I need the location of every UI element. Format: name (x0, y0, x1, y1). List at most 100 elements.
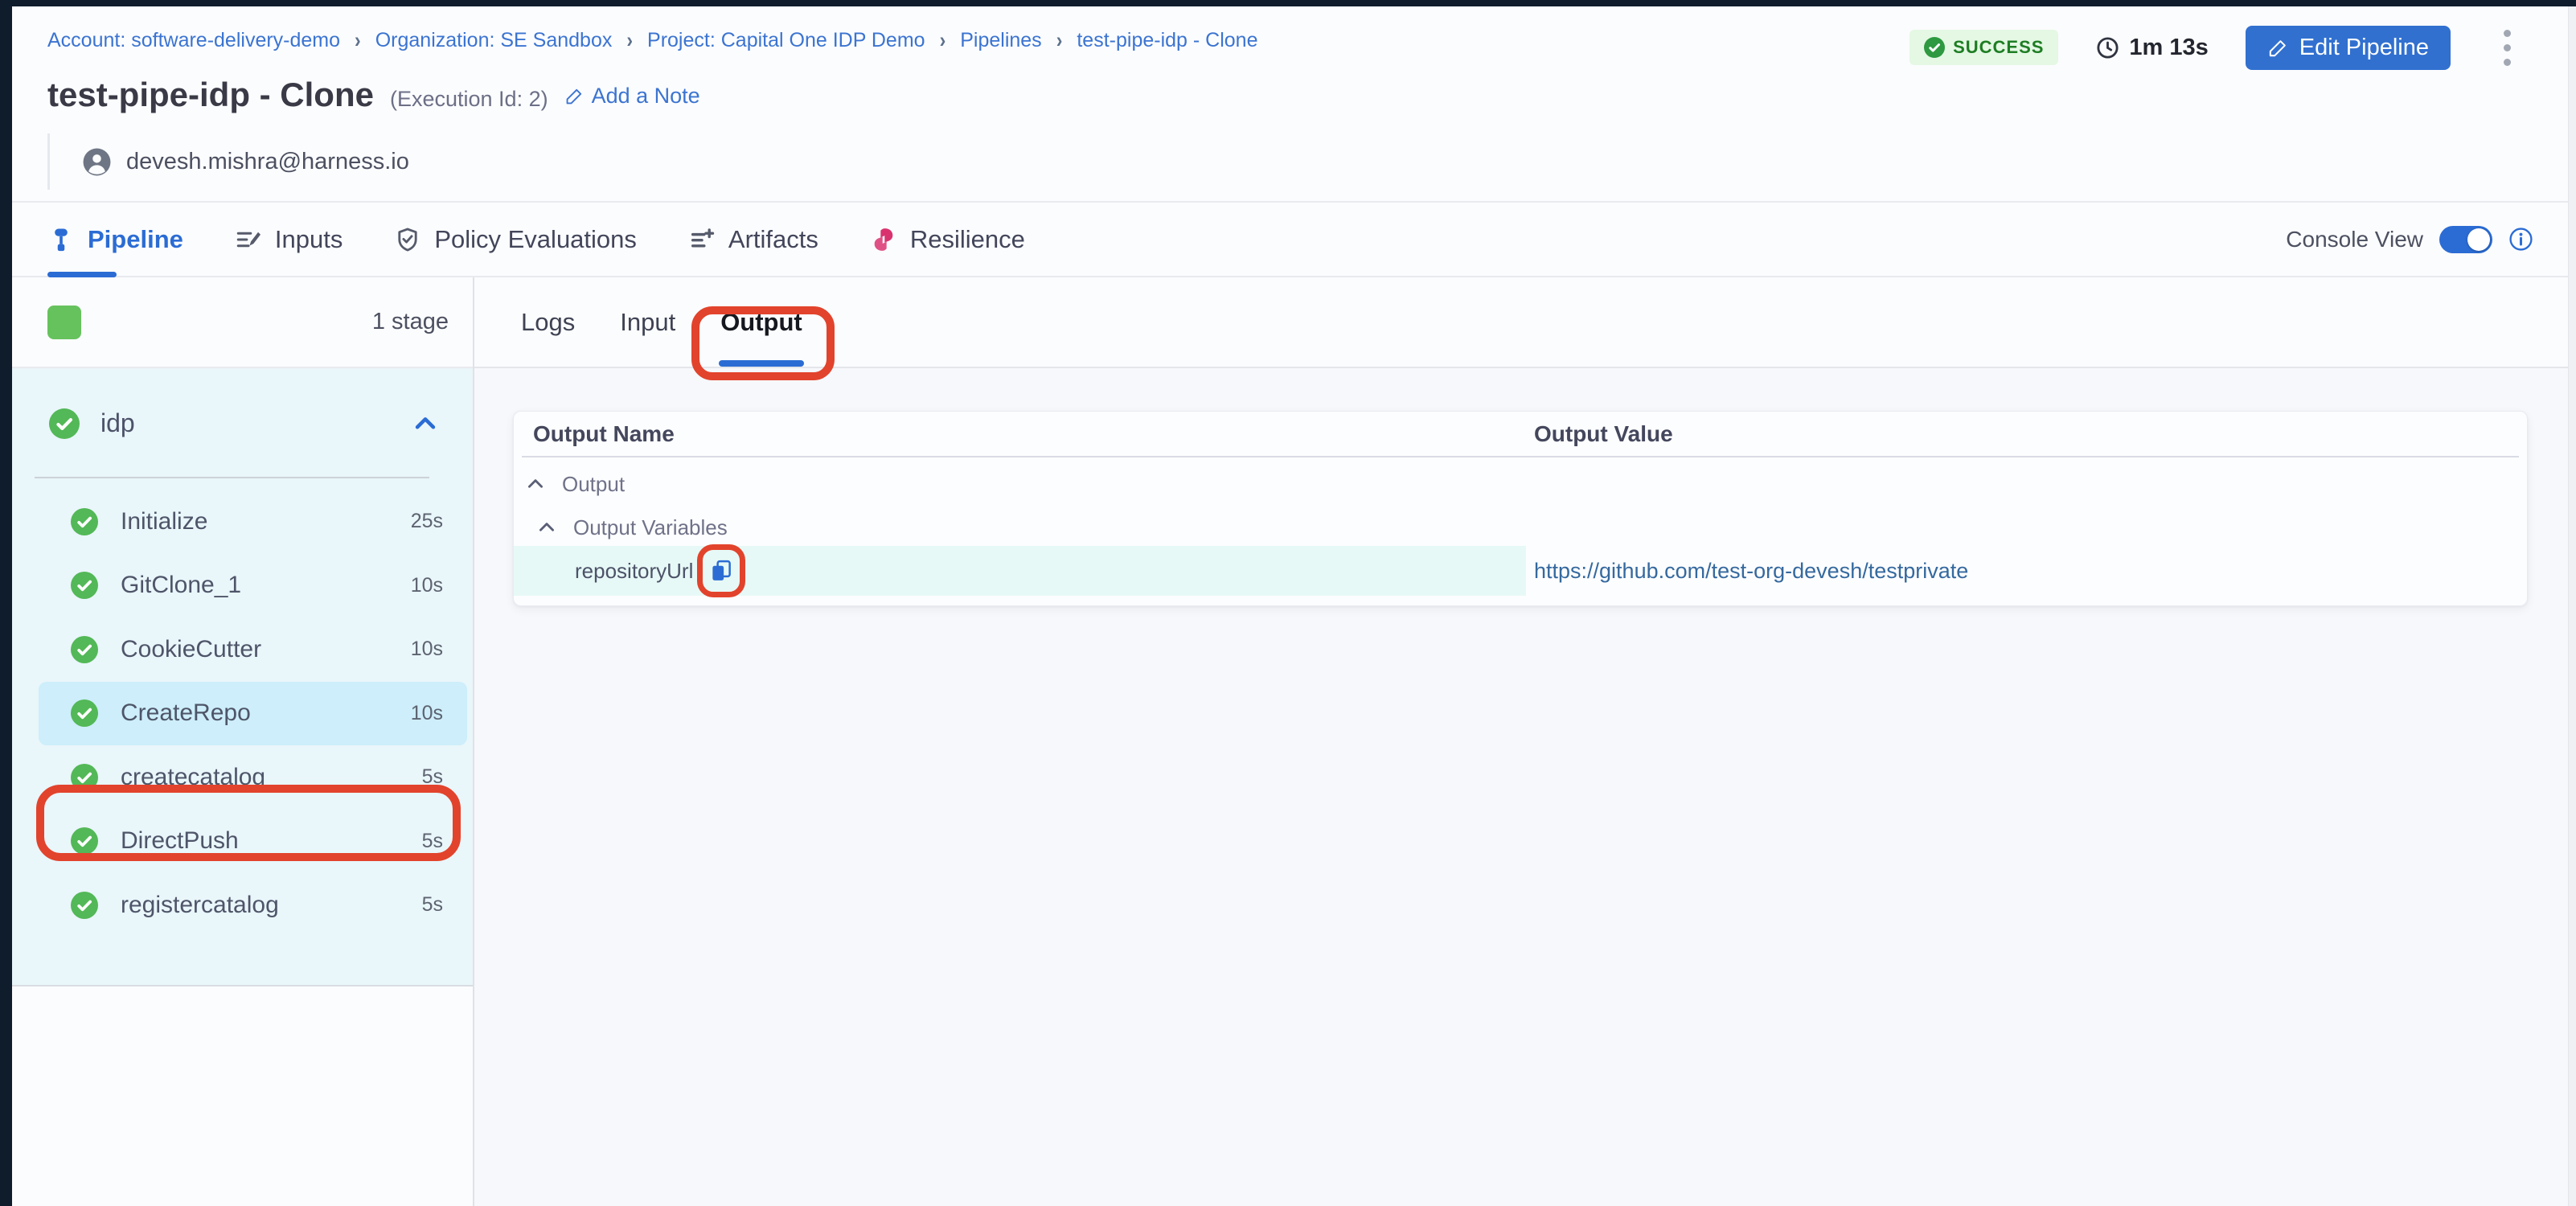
stage-count: 1 stage (372, 309, 449, 335)
stage-status-square (47, 306, 81, 339)
breadcrumb-separator: › (1056, 28, 1063, 53)
tab-input[interactable]: Input (620, 277, 675, 367)
execution-duration: 1m 13s (2095, 35, 2208, 61)
check-circle-icon (71, 572, 98, 599)
user-email: devesh.mishra@harness.io (126, 149, 409, 175)
tab-output[interactable]: Output (720, 277, 802, 367)
steps-list: Initialize 25s GitClone_1 10s CookieCutt… (12, 490, 473, 937)
tab-artifacts[interactable]: Artifacts (688, 203, 818, 276)
console-view-toggle[interactable] (2439, 226, 2492, 253)
tab-policy-evaluations-label: Policy Evaluations (434, 225, 637, 254)
artifacts-icon (688, 226, 716, 253)
check-circle-icon (1924, 37, 1945, 58)
add-note-label: Add a Note (592, 84, 700, 109)
step-row-registercatalog[interactable]: registercatalog 5s (39, 873, 467, 937)
toggle-knob (2467, 228, 2490, 251)
add-note-link[interactable]: Add a Note (564, 84, 700, 109)
output-table-header: Output Name Output Value (522, 412, 2519, 457)
step-row-directpush[interactable]: DirectPush 5s (39, 810, 467, 874)
step-row-createrepo-selected[interactable]: CreateRepo 10s (39, 682, 467, 746)
collapse-chevron-icon[interactable] (536, 517, 557, 538)
page: Account: software-delivery-demo › Organi… (12, 6, 2569, 1206)
edit-pipeline-label: Edit Pipeline (2299, 35, 2429, 61)
stage-row-idp[interactable]: idp (12, 368, 473, 478)
check-circle-icon (71, 636, 98, 663)
copy-button[interactable] (708, 557, 735, 585)
tab-artifacts-label: Artifacts (728, 225, 818, 254)
execution-body: 1 stage idp (12, 277, 2569, 1206)
step-name: CookieCutter (121, 636, 261, 663)
console-view-control: Console View (2286, 226, 2569, 253)
pencil-icon (2267, 37, 2289, 59)
table-row-output-group[interactable]: Output (514, 467, 2527, 501)
step-row-gitclone[interactable]: GitClone_1 10s (39, 554, 467, 618)
collapsed-nav-strip (0, 0, 12, 1206)
tab-logs-label: Logs (521, 308, 575, 337)
user-avatar-icon (82, 147, 112, 177)
output-tab-content: Output Name Output Value Output (474, 368, 2569, 1206)
column-output-value: Output Value (1526, 421, 1673, 447)
info-icon[interactable] (2508, 227, 2533, 252)
breadcrumb: Account: software-delivery-demo › Organi… (47, 29, 1257, 52)
repository-url-link[interactable]: https://github.com/test-org-devesh/testp… (1534, 559, 1968, 583)
column-output-name: Output Name (522, 421, 1526, 447)
check-circle-icon (71, 827, 98, 855)
step-name: CreateRepo (121, 699, 251, 727)
step-duration: 5s (422, 893, 443, 917)
pipeline-icon (47, 226, 75, 253)
breadcrumb-organization[interactable]: Organization: SE Sandbox (375, 29, 613, 52)
output-table-card: Output Name Output Value Output (513, 411, 2528, 606)
execution-duration-label: 1m 13s (2129, 35, 2208, 61)
breadcrumb-pipelines[interactable]: Pipelines (960, 29, 1041, 52)
shield-check-icon (394, 226, 421, 253)
check-circle-icon (49, 408, 80, 439)
execution-header: Account: software-delivery-demo › Organi… (12, 6, 2569, 203)
output-variable-name: repositoryUrl (575, 559, 693, 584)
divider (47, 133, 50, 190)
group-label-output-variables: Output Variables (573, 515, 728, 540)
breadcrumb-separator: › (355, 28, 361, 53)
console-view-label: Console View (2286, 227, 2423, 252)
more-options-menu[interactable] (2499, 25, 2516, 71)
tab-policy-evaluations[interactable]: Policy Evaluations (394, 203, 637, 276)
tab-inputs-label: Inputs (275, 225, 343, 254)
step-row-initialize[interactable]: Initialize 25s (39, 490, 467, 554)
tab-logs[interactable]: Logs (521, 277, 575, 367)
window-top-edge (0, 0, 2576, 6)
triggered-by-row: devesh.mishra@harness.io (47, 133, 409, 190)
table-row-output-variables-group[interactable]: Output Variables (514, 511, 2527, 544)
edit-pipeline-button[interactable]: Edit Pipeline (2246, 26, 2451, 70)
status-badge: SUCCESS (1909, 30, 2058, 65)
step-row-createcatalog[interactable]: createcatalog 5s (39, 745, 467, 810)
app-root: Account: software-delivery-demo › Organi… (0, 0, 2576, 1206)
tab-output-label: Output (720, 308, 802, 337)
tab-inputs[interactable]: Inputs (235, 203, 343, 276)
step-name: Initialize (121, 508, 207, 535)
active-tab-underline (47, 272, 117, 277)
vertical-scrollbar[interactable] (2568, 6, 2576, 1206)
title-row: test-pipe-idp - Clone (Execution Id: 2) … (47, 76, 700, 114)
step-row-cookiecutter[interactable]: CookieCutter 10s (39, 617, 467, 682)
stages-summary: 1 stage (12, 277, 473, 368)
clock-icon (2095, 35, 2120, 60)
tab-input-label: Input (620, 308, 675, 337)
breadcrumb-separator: › (626, 28, 633, 53)
step-detail-tabs: Logs Input Output (474, 277, 2569, 368)
table-row-repositoryurl[interactable]: repositoryUrl https://github.com/test-or… (514, 546, 2527, 596)
breadcrumb-project[interactable]: Project: Capital One IDP Demo (647, 29, 925, 52)
collapse-chevron-icon[interactable] (525, 474, 546, 494)
step-duration: 5s (422, 765, 443, 789)
execution-tabs: Pipeline Inputs Policy Evaluations Art (12, 203, 2569, 277)
breadcrumb-account[interactable]: Account: software-delivery-demo (47, 29, 340, 52)
header-actions: SUCCESS 1m 13s Edit Pipeline (1909, 23, 2516, 72)
pencil-icon (564, 86, 585, 106)
step-detail-panel: Logs Input Output Output Name (474, 277, 2569, 1206)
tab-resilience-label: Resilience (910, 225, 1025, 254)
breadcrumb-current-pipeline[interactable]: test-pipe-idp - Clone (1077, 29, 1257, 52)
tab-pipeline[interactable]: Pipeline (47, 203, 183, 276)
stage-name: idp (100, 408, 135, 438)
step-duration: 10s (411, 702, 443, 725)
chevron-up-icon[interactable] (412, 410, 439, 437)
tab-resilience[interactable]: Resilience (870, 203, 1025, 276)
step-name: registercatalog (121, 892, 279, 919)
